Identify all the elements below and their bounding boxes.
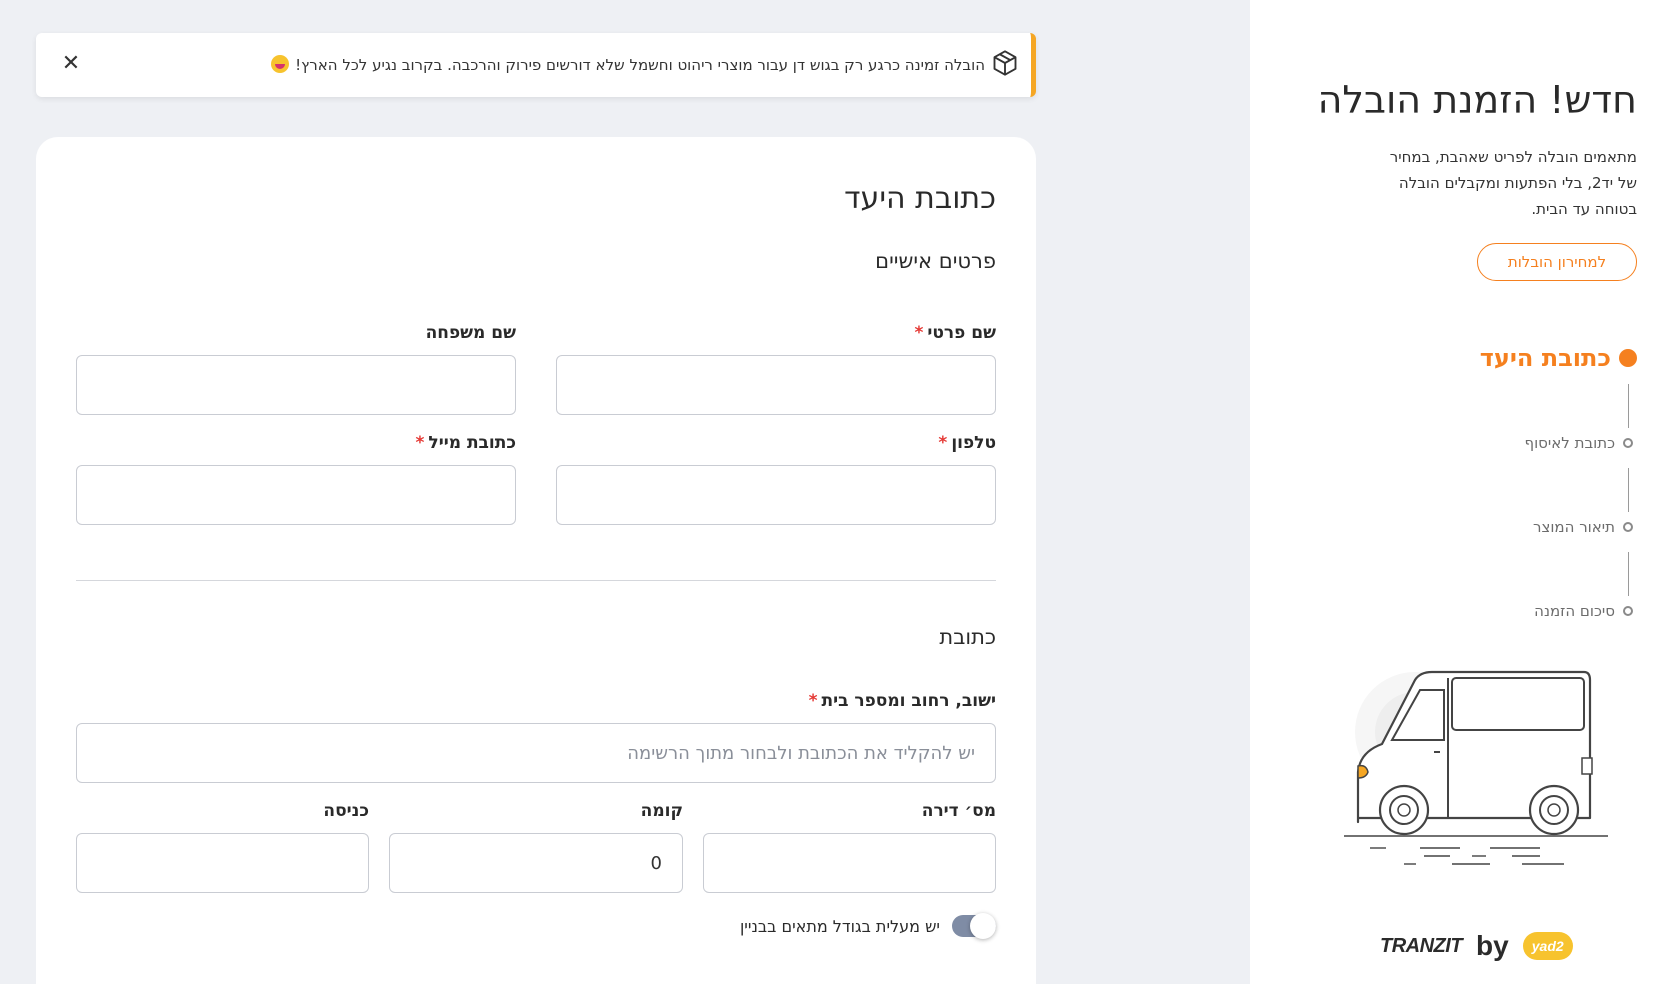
box-icon xyxy=(993,50,1017,76)
side-panel: חדש! הזמנת הובלה מתאמים הובלה לפריט שאהב… xyxy=(1250,0,1661,984)
floor-field: קומה xyxy=(389,799,683,893)
address-section-title: כתובת xyxy=(939,625,996,649)
step-summary: סיכום הזמנה xyxy=(1534,602,1637,620)
email-label: כתובת מייל* xyxy=(415,433,516,453)
destination-form-card: כתובת היעד פרטים אישיים שם פרטי* שם משפח… xyxy=(36,137,1036,984)
brand-by-text: by xyxy=(1476,930,1509,961)
address-input[interactable] xyxy=(76,723,996,783)
floor-input[interactable] xyxy=(389,833,683,893)
email-field: כתובת מייל* xyxy=(76,431,516,525)
step-connector xyxy=(1627,468,1629,512)
apartment-input[interactable] xyxy=(703,833,996,893)
side-title: חדש! הזמנת הובלה xyxy=(1317,78,1637,122)
step-dot xyxy=(1623,438,1633,448)
price-list-button[interactable]: למחירון הובלות xyxy=(1477,243,1637,281)
step-destination: כתובת היעד xyxy=(1480,344,1637,372)
phone-input[interactable] xyxy=(556,465,996,525)
toggle-knob xyxy=(970,913,996,939)
last-name-input[interactable] xyxy=(76,355,516,415)
van-illustration xyxy=(1344,670,1608,865)
step-pickup: כתובת לאיסוף xyxy=(1525,434,1638,452)
entrance-input[interactable] xyxy=(76,833,369,893)
form-title: כתובת היעד xyxy=(844,181,996,216)
elevator-toggle[interactable] xyxy=(952,913,996,939)
entrance-field: כניסה xyxy=(76,799,369,893)
brand-logos: TRANZIT by yad2 xyxy=(1380,930,1573,962)
elevator-toggle-row: יש מעלית בגודל מתאים בבניין xyxy=(739,913,996,939)
close-icon[interactable]: ✕ xyxy=(58,51,84,77)
phone-label: טלפון* xyxy=(938,433,996,453)
step-connector xyxy=(1627,552,1629,596)
tranzit-logo: TRANZIT xyxy=(1380,934,1463,957)
address-field: ישוב, רחוב ומספר בית* xyxy=(76,689,996,783)
entrance-label: כניסה xyxy=(323,801,369,821)
apartment-label: מס׳ דירה xyxy=(921,801,996,821)
first-name-field: שם פרטי* xyxy=(556,321,996,415)
apartment-field: מס׳ דירה xyxy=(703,799,996,893)
step-dot xyxy=(1623,522,1633,532)
last-name-field: שם משפחה xyxy=(76,321,516,415)
yad2-logo: yad2 xyxy=(1522,932,1573,960)
email-input[interactable] xyxy=(76,465,516,525)
notice-banner: הובלה זמינה כרגע רק בגוש דן עבור מוצרי ר… xyxy=(36,33,1036,97)
step-active-dot xyxy=(1619,349,1637,367)
step-dot xyxy=(1623,606,1633,616)
first-name-label: שם פרטי* xyxy=(914,323,996,343)
section-divider xyxy=(76,580,996,581)
side-description: מתאמים הובלה לפריט שאהבת, במחיר של יד2, … xyxy=(1389,148,1637,218)
floor-label: קומה xyxy=(640,801,683,821)
notice-text: הובלה זמינה כרגע רק בגוש דן עבור מוצרי ר… xyxy=(271,55,985,74)
step-connector xyxy=(1627,384,1629,428)
smile-emoji-icon xyxy=(271,55,290,73)
last-name-label: שם משפחה xyxy=(425,323,516,343)
address-label: ישוב, רחוב ומספר בית* xyxy=(808,691,996,711)
phone-field: טלפון* xyxy=(556,431,996,525)
step-product: תיאור המוצר xyxy=(1533,518,1637,536)
first-name-input[interactable] xyxy=(556,355,996,415)
elevator-label: יש מעלית בגודל מתאים בבניין xyxy=(739,916,940,936)
personal-section-title: פרטים אישיים xyxy=(875,249,996,273)
